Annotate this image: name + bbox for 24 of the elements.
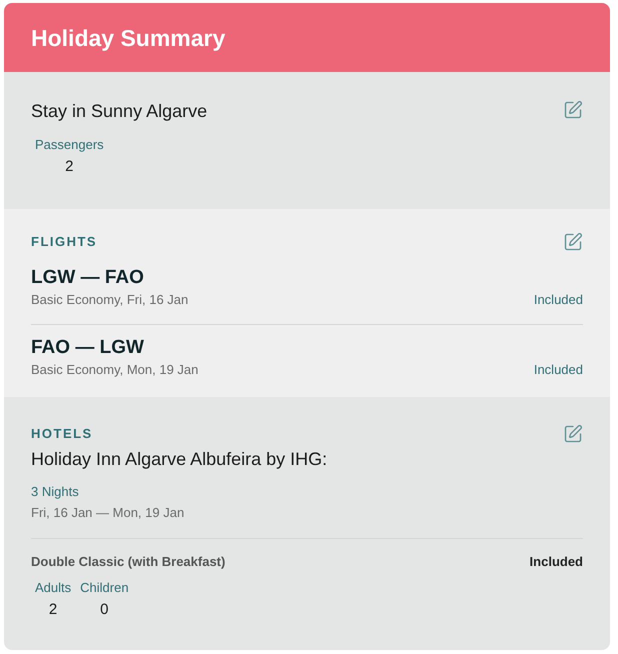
section-heading: FLIGHTS [31,234,98,250]
flight-route: FAO — LGW [31,336,145,360]
hotel-name: Holiday Inn Algarve Albufeira by IHG: [31,448,328,470]
edit-icon[interactable] [563,424,583,444]
edit-icon[interactable] [563,100,583,120]
flight-status: Included [534,291,583,308]
section-heading: HOTELS [31,426,93,442]
trip-title: Stay in Sunny Algarve [31,100,208,122]
count-value: 2 [65,157,74,177]
count-value: 2 [48,600,58,620]
header-title: Holiday Summary [31,24,226,52]
count-value: 0 [100,600,109,620]
flight-details: Basic Economy, Fri, 16 Jan [31,291,188,308]
flight-details: Basic Economy, Mon, 19 Jan [31,361,198,378]
room-status: Included [530,553,583,570]
hotel-nights: 3 Nights [31,483,79,500]
flight-status: Included [534,361,583,378]
hotel-dates: Fri, 16 Jan — Mon, 19 Jan [31,504,184,521]
room-name: Double Classic (with Breakfast) [31,553,226,570]
count-label: Adults [35,579,72,596]
edit-icon[interactable] [563,232,583,252]
flight-route: LGW — FAO [31,266,145,290]
count-label: Children [80,579,129,596]
count-label: Passengers [35,136,104,153]
